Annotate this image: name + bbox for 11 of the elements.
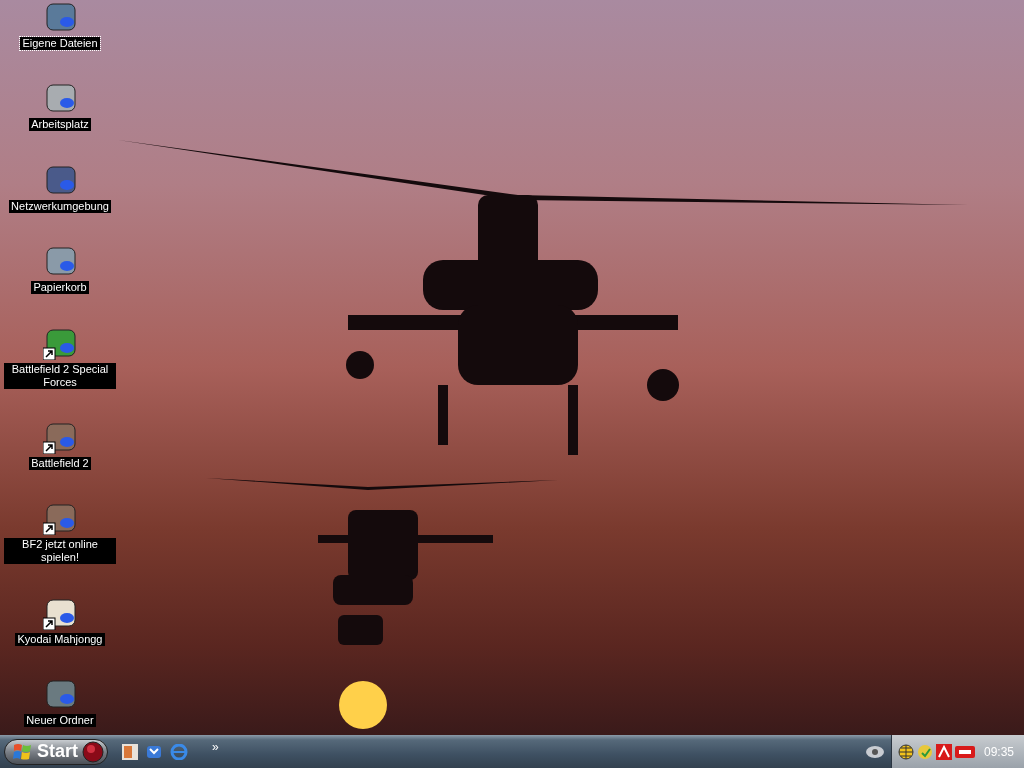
icon-label[interactable]: Arbeitsplatz: [29, 118, 91, 132]
icon-label[interactable]: Neuer Ordner: [24, 714, 96, 727]
icon-label[interactable]: Papierkorb: [31, 281, 89, 295]
icon-label[interactable]: Battlefield 2 Special Forces: [4, 362, 116, 389]
icon-label[interactable]: Kyodai Mahjongg: [15, 632, 105, 646]
icon-label[interactable]: Battlefield 2: [29, 456, 91, 470]
icon-label[interactable]: Netzwerkumgebung: [9, 199, 111, 213]
icon-label[interactable]: Eigene Dateien: [20, 37, 100, 50]
icon-label[interactable]: BF2 jetzt online spielen!: [4, 538, 116, 565]
start-button[interactable]: Start: [4, 738, 108, 765]
more-button[interactable]: »: [212, 737, 219, 756]
